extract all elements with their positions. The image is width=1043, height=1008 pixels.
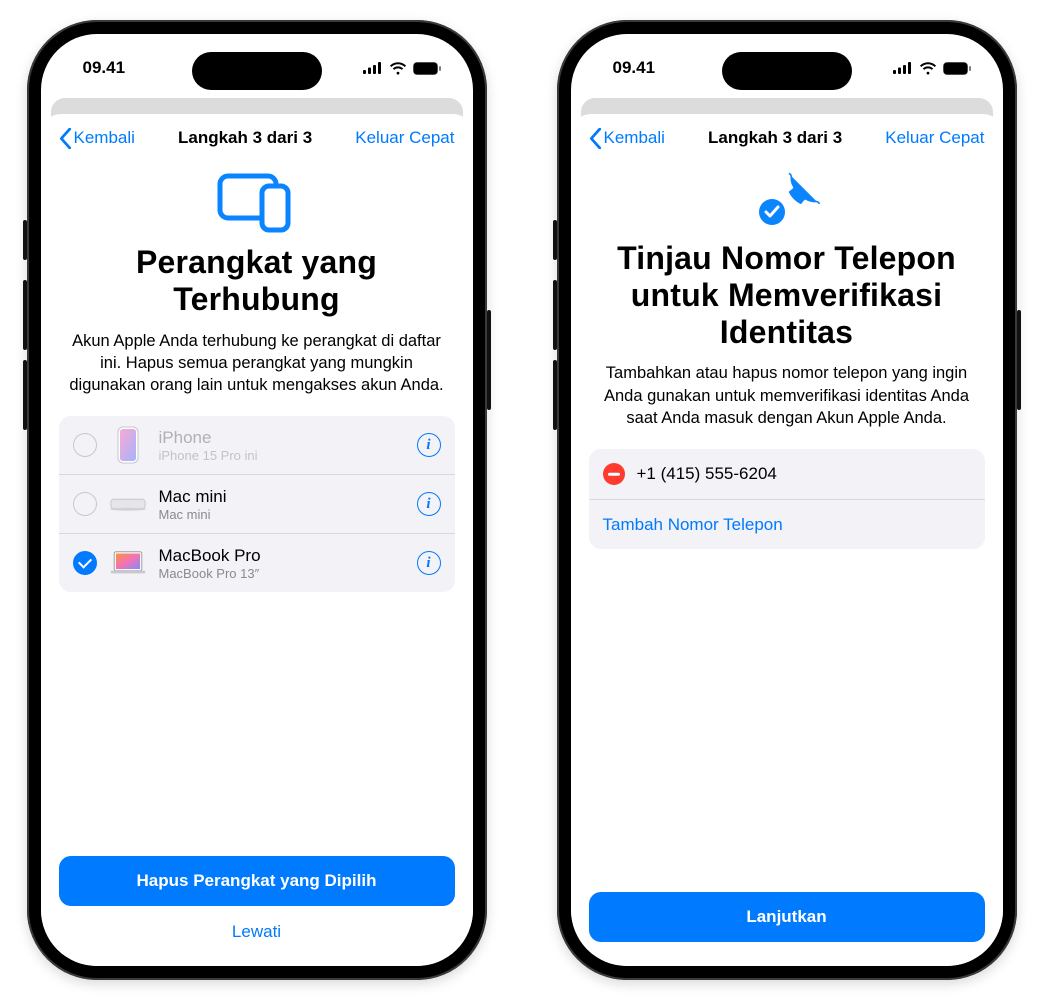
page-title: Tinjau Nomor Telepon untuk Memverifikasi… <box>589 240 985 350</box>
device-name: Mac mini <box>159 487 405 507</box>
quick-exit-button[interactable]: Keluar Cepat <box>355 128 454 148</box>
phone-row[interactable]: +1 (415) 555-6204 <box>589 449 985 499</box>
wifi-icon <box>919 62 937 75</box>
back-label: Kembali <box>74 128 135 148</box>
device-sub: iPhone 15 Pro ini <box>159 448 405 463</box>
devices-hero-icon <box>59 172 455 234</box>
battery-icon <box>943 62 971 75</box>
info-icon[interactable]: i <box>417 492 441 516</box>
quick-exit-button[interactable]: Keluar Cepat <box>885 128 984 148</box>
cellular-icon <box>893 62 913 74</box>
wifi-icon <box>389 62 407 75</box>
device-name: MacBook Pro <box>159 546 405 566</box>
select-radio-checked[interactable] <box>73 551 97 575</box>
battery-icon <box>413 62 441 75</box>
remove-selected-button[interactable]: Hapus Perangkat yang Dipilih <box>59 856 455 906</box>
back-label: Kembali <box>604 128 665 148</box>
page-description: Tambahkan atau hapus nomor telepon yang … <box>589 362 985 429</box>
macmini-icon <box>109 485 147 523</box>
device-row-macbook[interactable]: MacBook Pro MacBook Pro 13″ i <box>59 533 455 592</box>
dynamic-island <box>722 52 852 90</box>
iphone-icon <box>109 426 147 464</box>
add-phone-row[interactable]: Tambah Nomor Telepon <box>589 499 985 549</box>
info-icon[interactable]: i <box>417 551 441 575</box>
dynamic-island <box>192 52 322 90</box>
phone-left: 09.41 Kembali Langkah 3 dari 3 Keluar Ce… <box>27 20 487 980</box>
cellular-icon <box>363 62 383 74</box>
device-sub: Mac mini <box>159 507 405 522</box>
device-list: iPhone iPhone 15 Pro ini i Mac mini Mac … <box>59 416 455 592</box>
phone-list: +1 (415) 555-6204 Tambah Nomor Telepon <box>589 449 985 549</box>
status-time: 09.41 <box>83 58 126 78</box>
sheet-card: Kembali Langkah 3 dari 3 Keluar Cepat Ti… <box>571 114 1003 966</box>
phone-right: 09.41 Kembali Langkah 3 dari 3 Keluar Ce… <box>557 20 1017 980</box>
add-phone-label: Tambah Nomor Telepon <box>603 515 783 535</box>
back-button[interactable]: Kembali <box>59 128 135 149</box>
page-description: Akun Apple Anda terhubung ke perangkat d… <box>59 330 455 397</box>
device-sub: MacBook Pro 13″ <box>159 566 405 581</box>
step-title: Langkah 3 dari 3 <box>708 128 842 148</box>
phone-number: +1 (415) 555-6204 <box>637 464 777 484</box>
skip-link[interactable]: Lewati <box>232 922 281 942</box>
back-button[interactable]: Kembali <box>589 128 665 149</box>
device-row-iphone[interactable]: iPhone iPhone 15 Pro ini i <box>59 416 455 474</box>
continue-button[interactable]: Lanjutkan <box>589 892 985 942</box>
sheet-card: Kembali Langkah 3 dari 3 Keluar Cepat Pe… <box>41 114 473 966</box>
page-title: Perangkat yang Terhubung <box>59 244 455 318</box>
device-name: iPhone <box>159 428 405 448</box>
info-icon[interactable]: i <box>417 433 441 457</box>
device-row-macmini[interactable]: Mac mini Mac mini i <box>59 474 455 533</box>
status-time: 09.41 <box>613 58 656 78</box>
select-radio[interactable] <box>73 492 97 516</box>
remove-icon[interactable] <box>603 463 625 485</box>
step-title: Langkah 3 dari 3 <box>178 128 312 148</box>
select-radio[interactable] <box>73 433 97 457</box>
phone-verify-hero-icon <box>589 172 985 230</box>
macbook-icon <box>109 544 147 582</box>
